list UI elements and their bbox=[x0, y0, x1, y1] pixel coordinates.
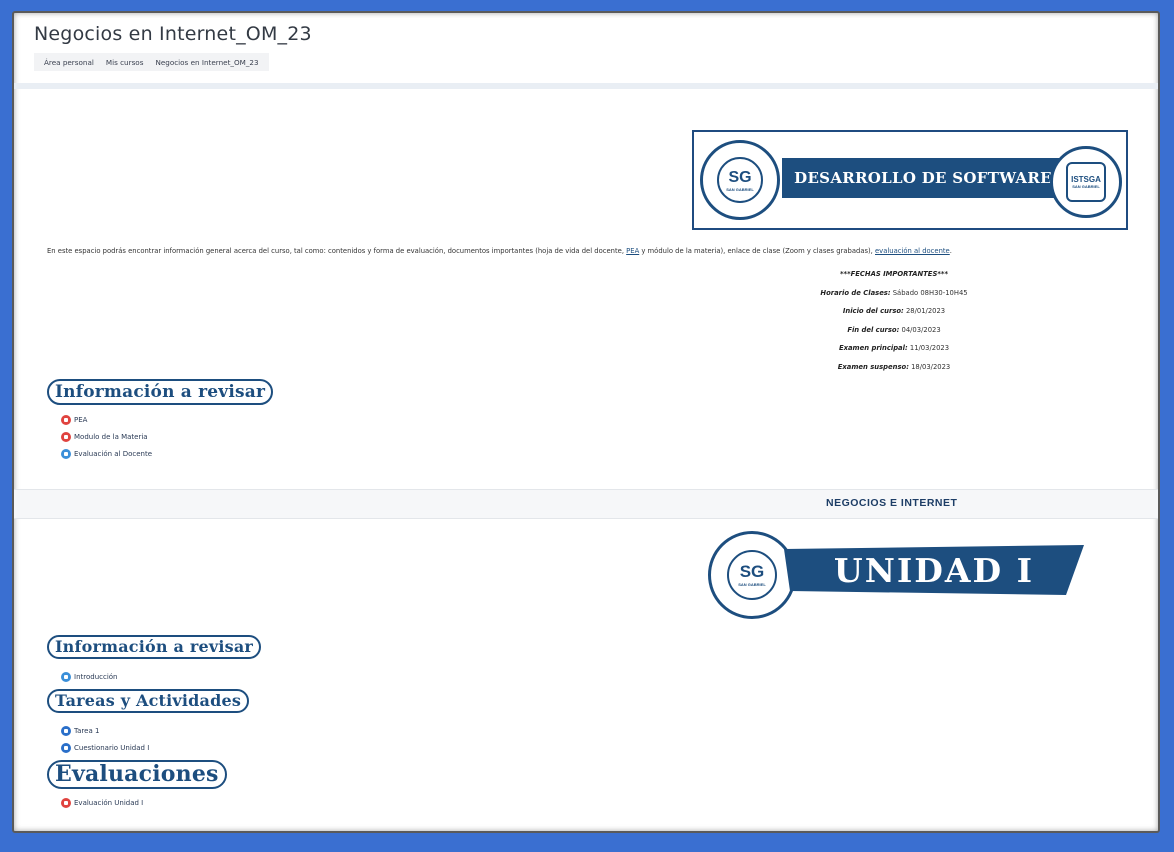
pdf-icon bbox=[61, 415, 71, 425]
quiz-icon bbox=[61, 798, 71, 808]
unit-banner: UNIDAD I bbox=[784, 545, 1084, 595]
sg-logo-unit: SG SAN GABRIEL bbox=[708, 531, 796, 619]
inicio-label: Inicio del curso: bbox=[842, 307, 904, 315]
activity-modulo[interactable]: Modulo de la Materia bbox=[61, 432, 148, 442]
horario-label: Horario de Clases: bbox=[820, 288, 891, 297]
section-band bbox=[14, 489, 1158, 519]
istsga-logo-sub: SAN GABRIEL bbox=[1072, 184, 1100, 189]
sg-logo-unit-sub: SAN GABRIEL bbox=[738, 582, 766, 588]
principal-value: 11/03/2023 bbox=[907, 344, 950, 352]
dates-heading: ***FECHAS IMPORTANTES*** bbox=[839, 270, 949, 278]
activity-label: PEA bbox=[74, 416, 88, 424]
sg-logo: SG SAN GABRIEL bbox=[700, 140, 780, 220]
activity-introduccion[interactable]: Introducción bbox=[61, 672, 118, 682]
link-icon bbox=[61, 449, 71, 459]
section1-info-heading: Información a revisar bbox=[47, 635, 262, 659]
assignment-icon bbox=[61, 726, 71, 736]
activity-cuestionario[interactable]: Cuestionario Unidad I bbox=[61, 743, 149, 753]
pdf-icon bbox=[61, 432, 71, 442]
course-intro: En este espacio podrás encontrar informa… bbox=[47, 247, 952, 255]
course-page: Negocios en Internet_OM_23 Área personal… bbox=[12, 11, 1160, 833]
activity-evaluacion-docente[interactable]: Evaluación al Docente bbox=[61, 449, 152, 459]
sg-logo-sub: SAN GABRIEL bbox=[726, 186, 754, 192]
breadcrumb: Área personal Mis cursos Negocios en Int… bbox=[34, 53, 269, 71]
istsga-logo: ISTSGA SAN GABRIEL bbox=[1050, 146, 1122, 218]
suspenso-label: Examen suspenso: bbox=[837, 362, 909, 371]
fin-value: 04/03/2023 bbox=[899, 325, 941, 334]
activity-label: Introducción bbox=[74, 673, 118, 681]
intro-text-1: En este espacio podrás encontrar informa… bbox=[47, 247, 627, 255]
banner-title: DESARROLLO DE SOFTWARE bbox=[782, 158, 1064, 198]
sg-logo-text: SG bbox=[728, 168, 752, 186]
intro-text-2: y módulo de la materia), enlace de clase… bbox=[639, 247, 875, 255]
intro-text-3: . bbox=[949, 247, 952, 255]
activity-label: Cuestionario Unidad I bbox=[74, 744, 150, 752]
inicio-value: 28/01/2023 bbox=[903, 307, 946, 315]
important-dates: ***FECHAS IMPORTANTES*** Horario de Clas… bbox=[794, 265, 994, 376]
breadcrumb-item-mis-cursos[interactable]: Mis cursos bbox=[100, 58, 150, 67]
activity-label: Evaluación al Docente bbox=[74, 450, 153, 458]
quiz-icon bbox=[61, 743, 71, 753]
activity-pea[interactable]: PEA bbox=[61, 415, 87, 425]
software-banner: SG SAN GABRIEL DESARROLLO DE SOFTWARE IS… bbox=[692, 130, 1128, 230]
breadcrumb-item-area-personal[interactable]: Área personal bbox=[38, 58, 100, 67]
suspenso-value: 18/03/2023 bbox=[908, 362, 951, 371]
principal-label: Examen principal: bbox=[838, 344, 908, 352]
page-title: Negocios en Internet_OM_23 bbox=[34, 23, 312, 45]
page-header: Negocios en Internet_OM_23 Área personal… bbox=[14, 13, 1158, 89]
section0-heading: Información a revisar bbox=[47, 379, 274, 405]
activity-tarea-1[interactable]: Tarea 1 bbox=[61, 726, 99, 736]
section1-title: NEGOCIOS E INTERNET bbox=[826, 497, 958, 509]
section1-eval-heading: Evaluaciones bbox=[47, 760, 227, 789]
activity-label: Evaluación Unidad I bbox=[74, 799, 144, 807]
section1-tasks-heading: Tareas y Actividades bbox=[47, 689, 250, 713]
activity-label: Modulo de la Materia bbox=[74, 433, 148, 441]
fin-label: Fin del curso: bbox=[847, 325, 900, 334]
pea-link[interactable]: PEA bbox=[626, 247, 639, 255]
activity-label: Tarea 1 bbox=[74, 727, 100, 735]
horario-value: Sábado 08H30-10H45 bbox=[890, 288, 968, 297]
breadcrumb-item-course[interactable]: Negocios en Internet_OM_23 bbox=[149, 58, 264, 67]
evaluation-link[interactable]: evaluación al docente bbox=[875, 247, 950, 255]
link-icon bbox=[61, 672, 71, 682]
activity-evaluacion-unidad[interactable]: Evaluación Unidad I bbox=[61, 798, 143, 808]
sg-logo-unit-text: SG bbox=[739, 562, 765, 582]
istsga-logo-text: ISTSGA bbox=[1071, 175, 1101, 184]
